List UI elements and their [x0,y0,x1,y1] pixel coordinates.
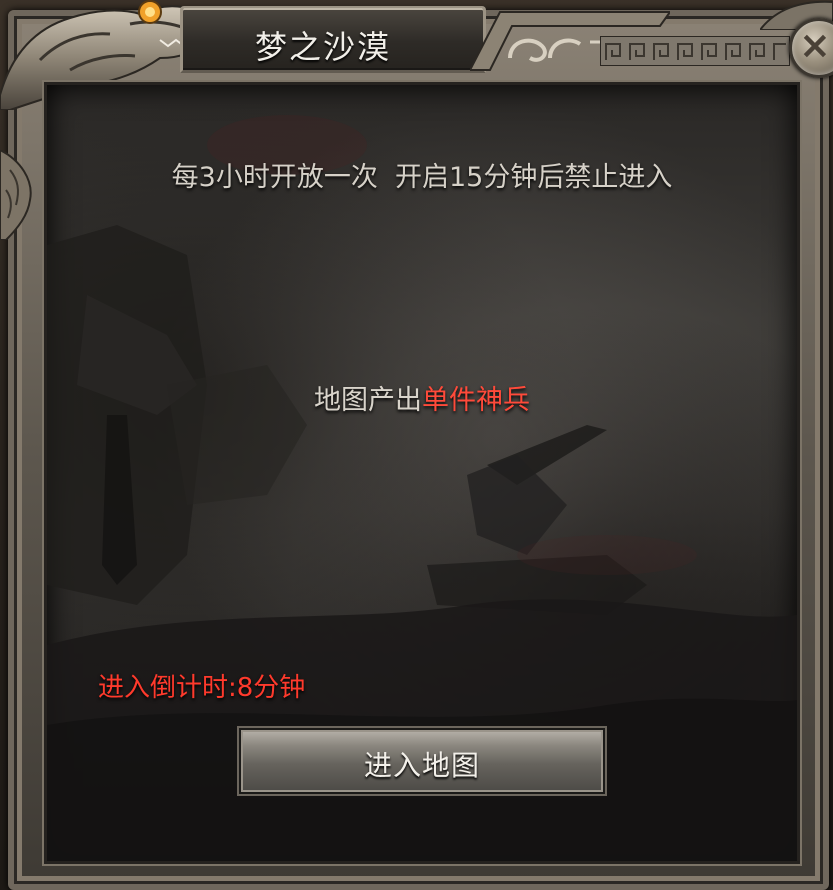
content-panel: 每3小时开放一次 开启15分钟后禁止进入 地图产出单件神兵 进入倒计时:8分钟 … [44,82,800,864]
claw-ornament-icon [0,150,32,240]
enter-map-label: 进入地图 [363,749,480,782]
drop-item-highlight: 单件神兵 [422,385,530,416]
schedule-text: 每3小时开放一次 开启15分钟后禁止进入 [171,162,673,193]
map-entry-dialog: 梦之沙漠 × 每3小时开放一次 开启15分钟后禁止进入 地图产出单件神兵 进入倒… [0,0,833,890]
dialog-title: 梦之沙漠 [255,28,392,66]
entry-countdown: 进入倒计时:8分钟 [98,673,306,703]
enter-map-button[interactable]: 进入地图 [239,728,605,794]
drop-info: 地图产出单件神兵 [47,378,797,417]
close-icon: × [799,23,831,67]
meander-border-icon [600,36,790,66]
drop-label: 地图产出 [314,385,422,416]
